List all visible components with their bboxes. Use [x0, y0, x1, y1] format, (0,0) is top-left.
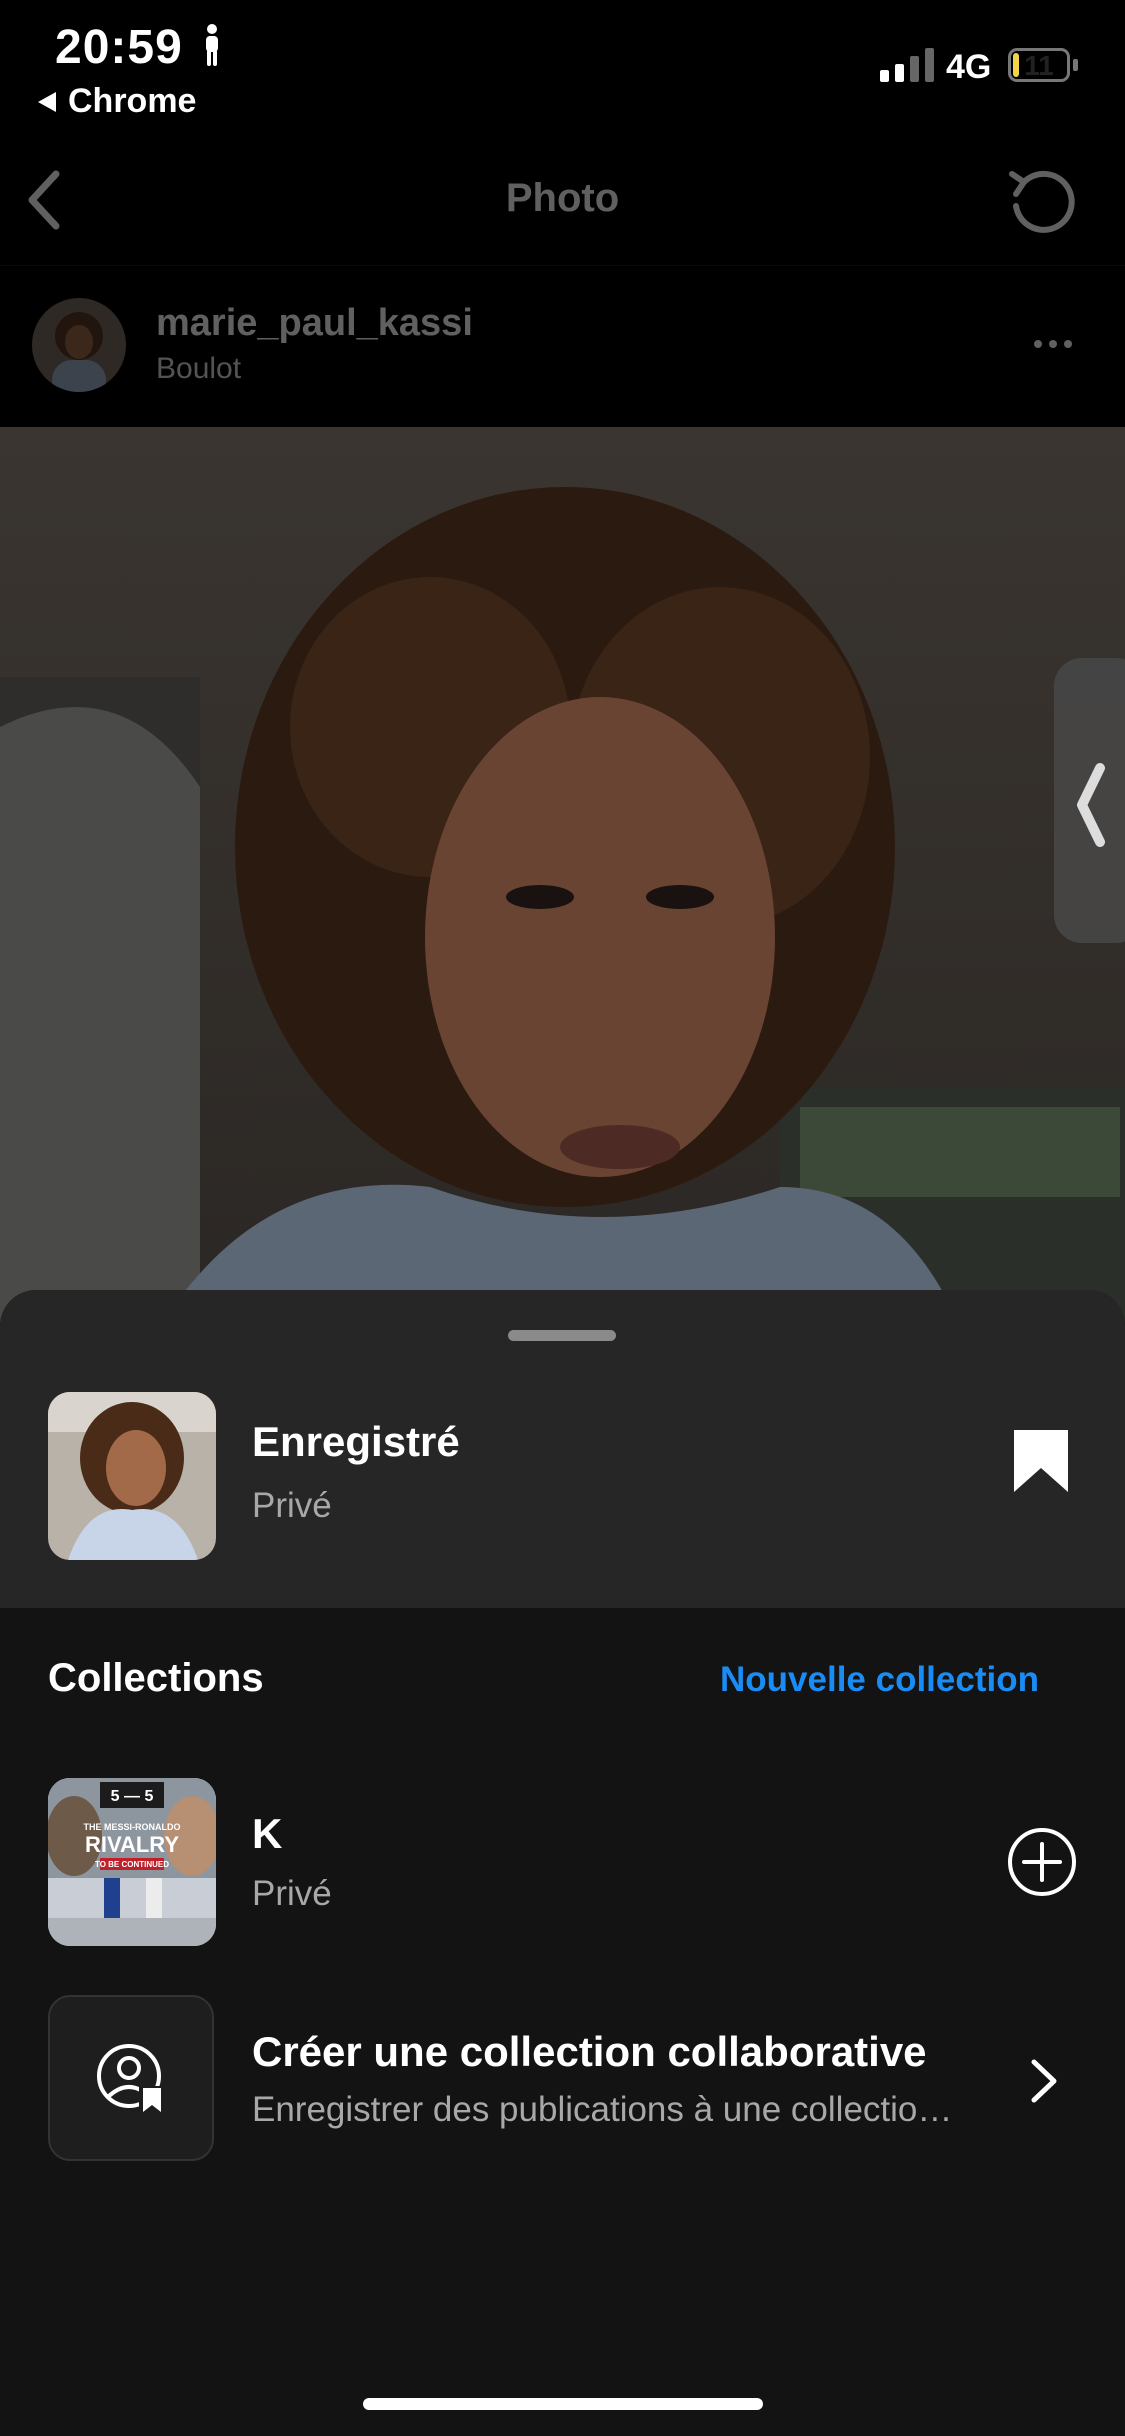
network-type: 4G	[946, 48, 992, 86]
battery-level: 11	[1024, 50, 1054, 81]
selfie-image	[0, 427, 1125, 1327]
page-title: Photo	[505, 176, 620, 220]
new-collection-button[interactable]: Nouvelle collection	[720, 1660, 1039, 1700]
thumb-score: 5 — 5	[111, 1788, 154, 1805]
saved-thumbnail[interactable]	[48, 1392, 216, 1560]
back-to-app-link[interactable]: Chrome	[36, 82, 196, 121]
back-triangle-icon	[38, 91, 56, 112]
chevron-right-icon[interactable]	[1026, 2056, 1060, 2106]
back-app-label: Chrome	[68, 82, 197, 120]
saved-title: Enregistré	[252, 1418, 460, 1465]
thumb-small-text: THE MESSI-RONALDO	[83, 1822, 180, 1832]
collaborative-collection-icon	[97, 2044, 165, 2114]
collections-heading: Collections	[48, 1656, 264, 1700]
home-indicator[interactable]	[363, 2398, 763, 2410]
cellular-signal-icon	[880, 48, 934, 82]
collection-thumbnail[interactable]: 5 — 5 THE MESSI-RONALDO RIVALRY TO BE CO…	[48, 1778, 216, 1946]
post-username[interactable]: marie_paul_kassi	[156, 302, 473, 345]
post-avatar[interactable]	[32, 298, 126, 392]
collab-title[interactable]: Créer une collection collaborative	[252, 2028, 962, 2076]
standing-person-icon	[206, 24, 218, 66]
thumb-banner-text: TO BE CONTINUED	[95, 1860, 169, 1869]
collection-privacy: Privé	[252, 1874, 332, 1913]
status-time: 20:59	[55, 21, 183, 74]
post-location[interactable]: Boulot	[156, 352, 241, 386]
collection-title: K	[252, 1810, 283, 1857]
battery-icon: 11	[1008, 48, 1070, 82]
header-divider	[0, 265, 1125, 266]
battery-nub	[1073, 59, 1078, 71]
post-photo[interactable]	[0, 427, 1125, 1327]
collab-subtitle: Enregistrer des publications à une colle…	[252, 2090, 962, 2129]
more-dots-icon[interactable]	[1034, 340, 1072, 348]
plus-circle-icon[interactable]	[1006, 1826, 1078, 1898]
bookmark-filled-icon[interactable]	[1012, 1428, 1070, 1494]
save-to-collection-sheet: Enregistré Privé Collections Nouvelle co…	[0, 1290, 1125, 2436]
refresh-icon[interactable]	[1002, 162, 1082, 242]
thumb-big-text: RIVALRY	[85, 1832, 179, 1857]
chevron-left-icon[interactable]	[1070, 760, 1110, 850]
sheet-grabber[interactable]	[508, 1330, 616, 1341]
saved-privacy: Privé	[252, 1486, 332, 1525]
